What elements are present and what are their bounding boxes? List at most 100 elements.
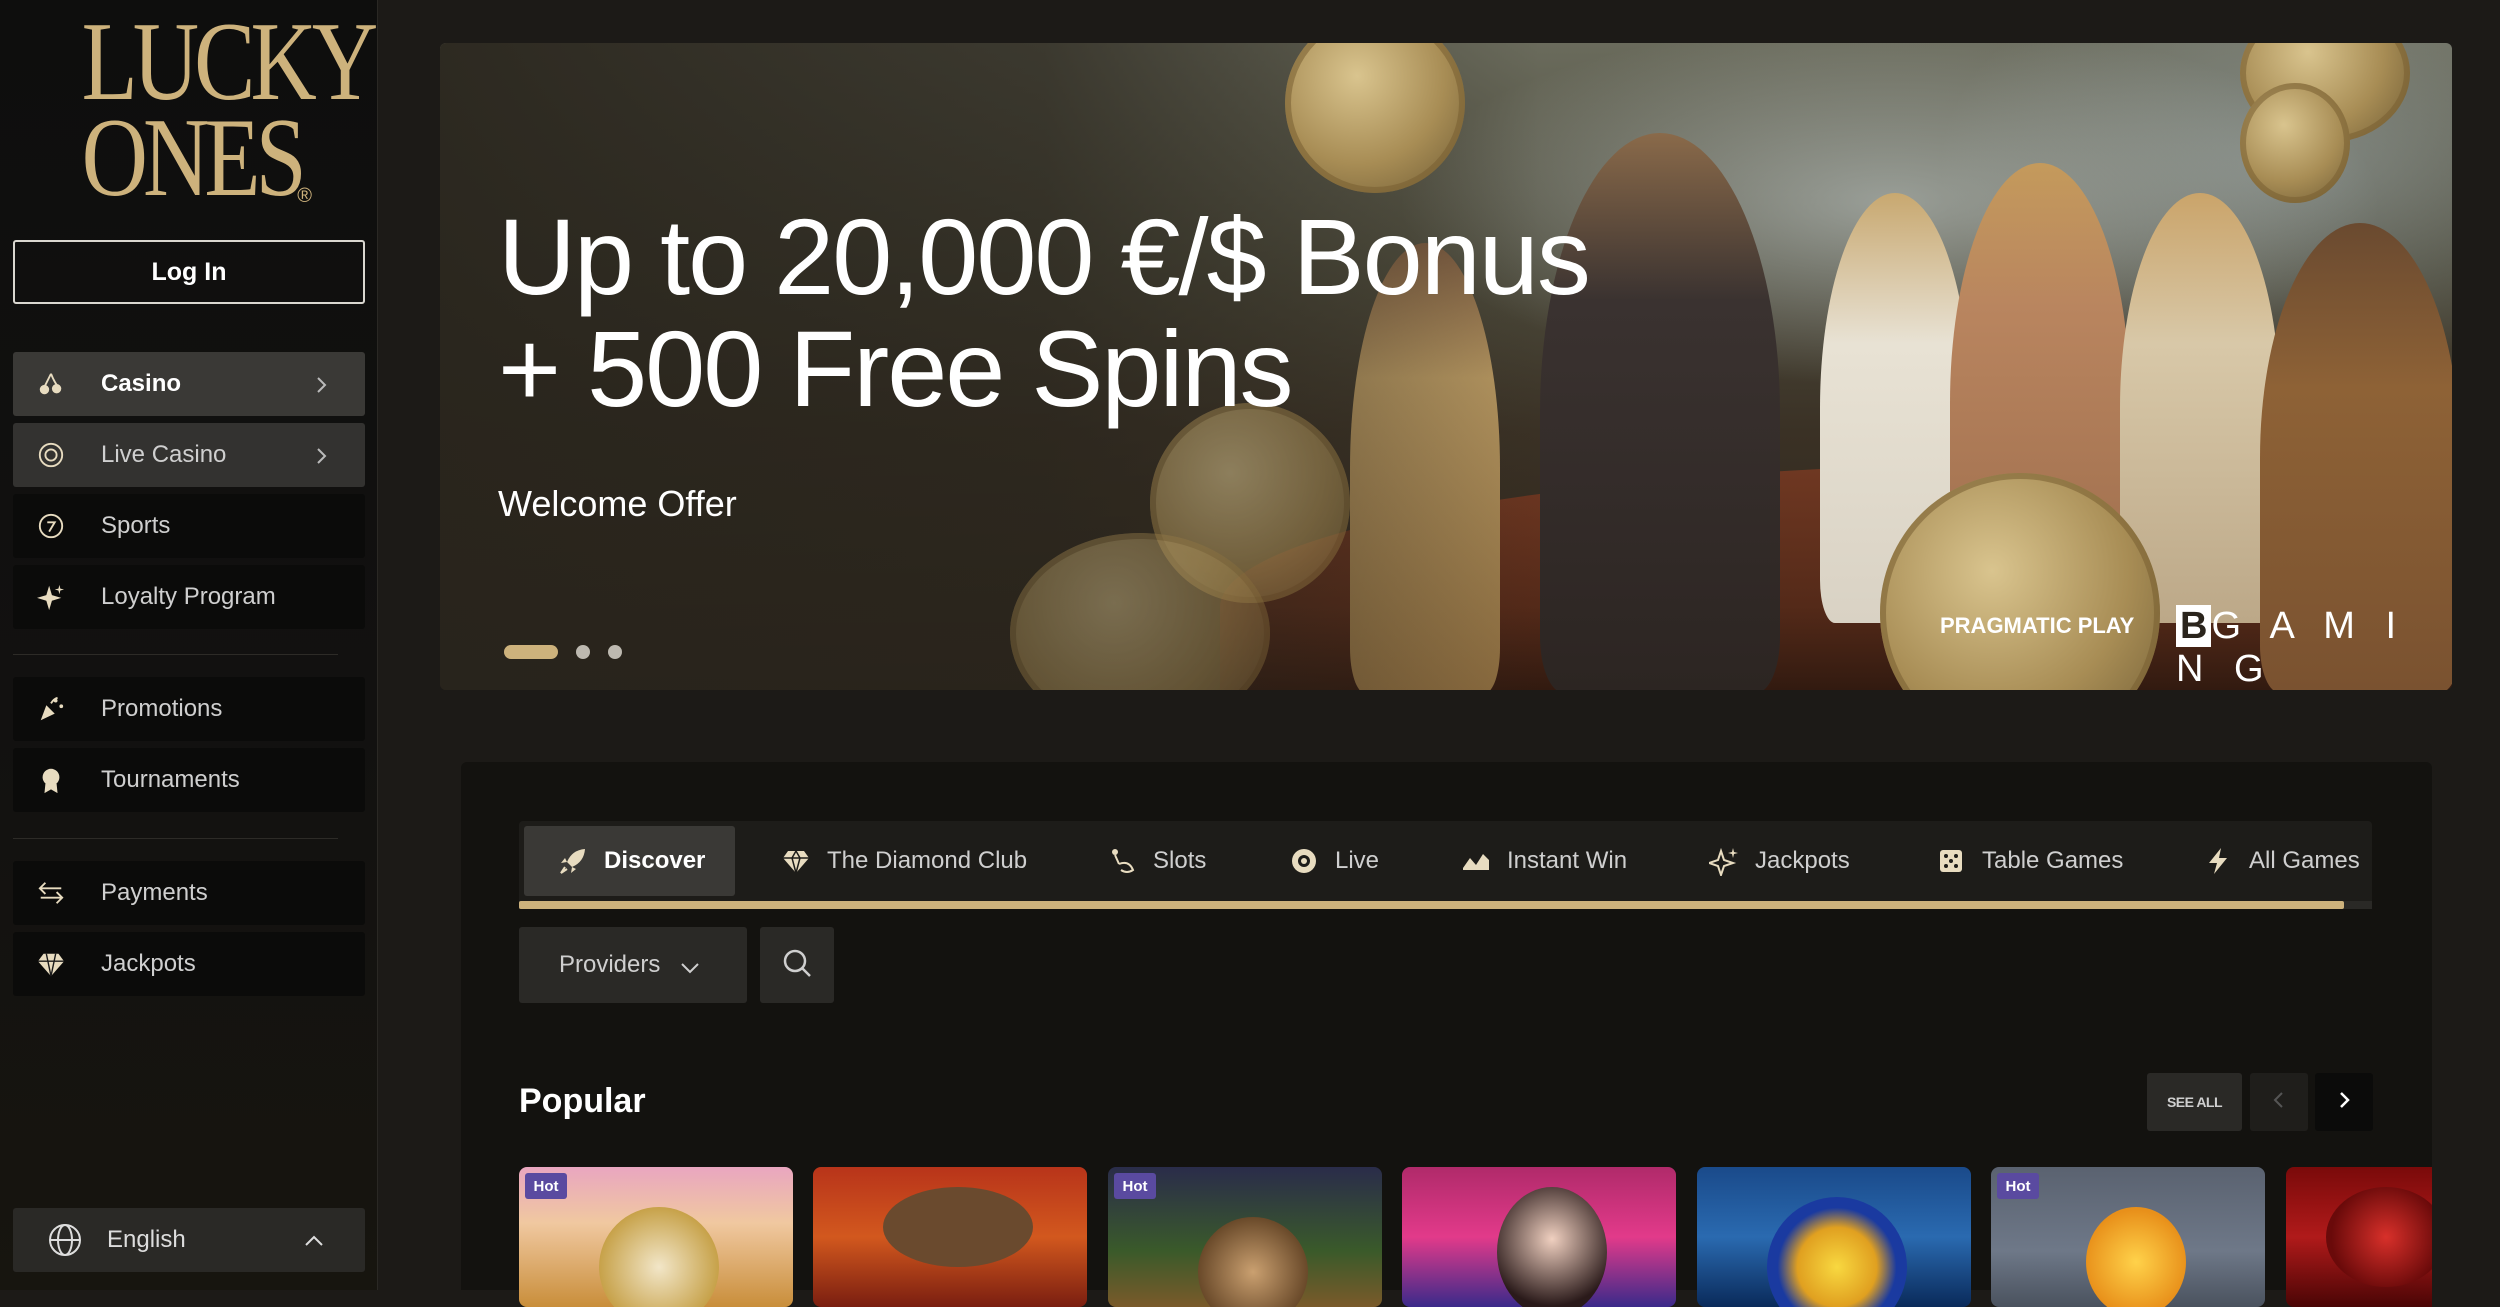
chevron-down-icon bbox=[679, 956, 701, 974]
logo-line-2: ONES bbox=[81, 96, 307, 220]
tab-live[interactable]: Live bbox=[1289, 826, 1379, 896]
site-logo[interactable]: LUCKY ONES ® bbox=[58, 6, 379, 220]
tab-table-games[interactable]: Table Games bbox=[1936, 826, 2123, 896]
chip-icon bbox=[1289, 846, 1319, 876]
trend-icon bbox=[1461, 846, 1491, 876]
language-label: English bbox=[107, 1226, 186, 1253]
sidebar-item-casino[interactable]: Casino bbox=[13, 352, 365, 416]
lightning-icon bbox=[2203, 846, 2233, 876]
sidebar-item-sports[interactable]: Sports bbox=[13, 494, 365, 558]
hero-subtitle: Welcome Offer bbox=[498, 483, 737, 524]
game-art bbox=[1767, 1197, 1907, 1307]
tab-jackpots[interactable]: Jackpots bbox=[1709, 826, 1850, 896]
providers-dropdown[interactable]: Providers bbox=[519, 927, 747, 1003]
sidebar-divider bbox=[13, 838, 338, 839]
chip-icon bbox=[37, 441, 65, 469]
sidebar-item-live-casino[interactable]: Live Casino bbox=[13, 423, 365, 487]
bgaming-logo: BG A M I N G bbox=[2176, 605, 2452, 690]
sidebar: LUCKY ONES ® Log In Casino Live Casino S… bbox=[0, 0, 378, 1290]
game-tile[interactable]: Hot bbox=[519, 1167, 793, 1307]
tab-label: Table Games bbox=[1982, 847, 2124, 874]
tab-label: Slots bbox=[1153, 847, 1207, 874]
tab-label: Jackpots bbox=[1755, 847, 1850, 874]
confetti-icon bbox=[37, 695, 65, 723]
game-art bbox=[883, 1187, 1033, 1267]
game-art bbox=[1497, 1187, 1607, 1307]
tab-label: Instant Win bbox=[1507, 847, 1628, 874]
sidebar-item-tournaments[interactable]: Tournaments bbox=[13, 748, 365, 812]
sidebar-item-label: Sports bbox=[101, 512, 171, 539]
tabs-scroll-indicator bbox=[519, 901, 2372, 909]
game-art bbox=[2326, 1187, 2432, 1287]
section-title-popular: Popular bbox=[519, 1082, 646, 1120]
slot-lever-icon bbox=[1107, 846, 1137, 876]
search-button[interactable] bbox=[760, 927, 834, 1003]
hero-title: Up to 20,000 €/$ Bonus + 500 Free Spins bbox=[498, 201, 1698, 425]
hot-badge: Hot bbox=[1997, 1173, 2039, 1199]
game-tile[interactable]: Hot bbox=[1991, 1167, 2265, 1307]
diamond-icon bbox=[37, 950, 65, 978]
sidebar-item-label: Payments bbox=[101, 879, 208, 906]
bgaming-logo-initial: B bbox=[2176, 605, 2212, 647]
rocket-icon bbox=[558, 846, 588, 876]
chevron-right-icon bbox=[311, 445, 331, 465]
hero-banner[interactable]: Up to 20,000 €/$ Bonus + 500 Free Spins … bbox=[440, 43, 2452, 690]
tab-label: Live bbox=[1335, 847, 1380, 874]
carousel-dot[interactable] bbox=[608, 645, 622, 659]
diamond-icon bbox=[781, 846, 811, 876]
carousel-dot[interactable] bbox=[504, 645, 558, 659]
sidebar-item-label: Live Casino bbox=[101, 441, 227, 468]
game-tile[interactable]: Hot bbox=[1108, 1167, 1382, 1307]
providers-label: Providers bbox=[559, 951, 661, 978]
game-tile[interactable] bbox=[2286, 1167, 2432, 1307]
pragmatic-play-logo: PRAGMATIC PLAY bbox=[1940, 613, 2135, 638]
tab-label: All Games bbox=[2249, 847, 2360, 874]
sparkle-icon bbox=[37, 583, 65, 611]
sidebar-item-label: Jackpots bbox=[101, 950, 196, 977]
see-all-button[interactable]: SEE ALL bbox=[2147, 1073, 2242, 1131]
carousel-dots bbox=[504, 645, 622, 659]
cherries-icon bbox=[37, 370, 65, 398]
game-tile[interactable] bbox=[1697, 1167, 1971, 1307]
search-icon bbox=[780, 946, 814, 985]
medal-icon bbox=[37, 766, 65, 794]
sidebar-item-label: Tournaments bbox=[101, 766, 240, 793]
sports-ball-icon bbox=[37, 512, 65, 540]
chevron-left-icon bbox=[2269, 1090, 2289, 1115]
tab-instant-win[interactable]: Instant Win bbox=[1461, 826, 1627, 896]
tab-discover[interactable]: Discover bbox=[524, 826, 735, 896]
sidebar-item-label: Promotions bbox=[101, 695, 223, 722]
registered-mark: ® bbox=[297, 185, 312, 207]
tab-all-games[interactable]: All Games bbox=[2203, 826, 2360, 896]
tab-diamond-club[interactable]: The Diamond Club bbox=[781, 826, 1027, 896]
sidebar-item-label: Casino bbox=[101, 370, 182, 397]
chevron-up-icon bbox=[303, 1230, 325, 1250]
tab-slots[interactable]: Slots bbox=[1107, 826, 1206, 896]
sidebar-item-label: Loyalty Program bbox=[101, 583, 276, 610]
hot-badge: Hot bbox=[525, 1173, 567, 1199]
tabs-scroll-indicator-fill bbox=[519, 901, 2345, 909]
game-art bbox=[1198, 1217, 1308, 1307]
dice-icon bbox=[1936, 846, 1966, 876]
sidebar-item-promotions[interactable]: Promotions bbox=[13, 677, 365, 741]
tab-label: Discover bbox=[604, 847, 706, 874]
tab-label: The Diamond Club bbox=[827, 847, 1028, 874]
sidebar-item-loyalty-program[interactable]: Loyalty Program bbox=[13, 565, 365, 629]
chevron-right-icon bbox=[311, 374, 331, 394]
carousel-dot[interactable] bbox=[576, 645, 590, 659]
carousel-prev-button[interactable] bbox=[2250, 1073, 2308, 1131]
sparkle-icon bbox=[1709, 846, 1739, 876]
hot-badge: Hot bbox=[1114, 1173, 1156, 1199]
hero-title-line-1: Up to 20,000 €/$ Bonus bbox=[498, 196, 1591, 317]
transfer-arrows-icon bbox=[37, 879, 65, 907]
chevron-right-icon bbox=[2334, 1090, 2354, 1115]
login-button[interactable]: Log In bbox=[13, 240, 365, 304]
sidebar-item-jackpots[interactable]: Jackpots bbox=[13, 932, 365, 996]
language-selector[interactable]: English bbox=[13, 1208, 365, 1272]
sidebar-item-payments[interactable]: Payments bbox=[13, 861, 365, 925]
game-tile[interactable] bbox=[1402, 1167, 1676, 1307]
game-tile[interactable] bbox=[813, 1167, 1087, 1307]
hero-title-line-2: + 500 Free Spins bbox=[498, 308, 1294, 429]
carousel-next-button[interactable] bbox=[2315, 1073, 2373, 1131]
bgaming-logo-rest: G A M I N G bbox=[2176, 605, 2407, 690]
